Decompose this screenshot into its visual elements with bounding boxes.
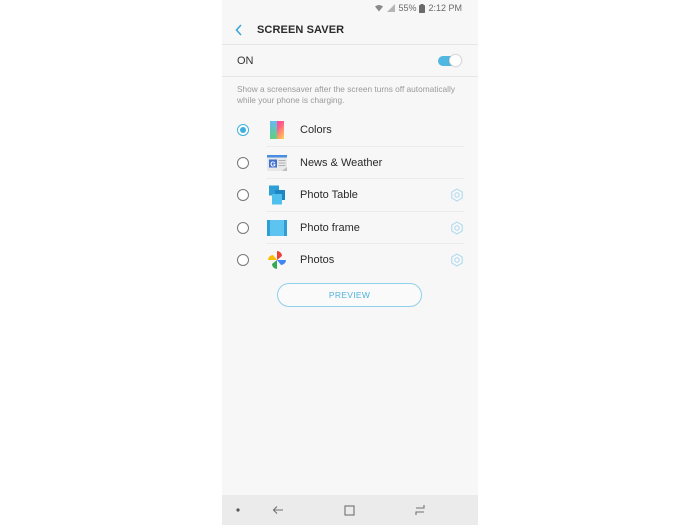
news-weather-icon: G <box>267 154 287 171</box>
preview-button[interactable]: PREVIEW <box>277 283 422 307</box>
battery-icon <box>419 3 426 13</box>
page-title: SCREEN SAVER <box>257 24 345 36</box>
radio-button[interactable] <box>237 221 249 234</box>
option-photos[interactable]: Photos <box>222 244 478 277</box>
nav-dot-button[interactable] <box>223 495 253 525</box>
settings-gear-icon[interactable] <box>450 188 464 202</box>
back-arrow-icon <box>272 506 283 514</box>
radio-button[interactable] <box>237 189 249 202</box>
battery-percent: 55% <box>398 3 417 13</box>
option-colors[interactable]: Colors <box>222 114 478 147</box>
screensaver-options-list: Colors G News & Weather Photo Table Phot… <box>222 114 478 277</box>
master-switch-row[interactable]: ON <box>222 46 478 75</box>
back-button[interactable] <box>222 16 256 44</box>
home-square-icon <box>343 504 355 516</box>
recents-icon <box>415 505 425 515</box>
wifi-icon <box>374 4 384 12</box>
header-divider <box>222 44 478 45</box>
master-switch-label: ON <box>237 54 254 67</box>
svg-text:G: G <box>270 161 276 168</box>
navigation-bar <box>222 495 478 525</box>
status-bar: 55% 2:12 PM <box>222 0 478 16</box>
settings-gear-icon[interactable] <box>450 253 464 267</box>
nav-recents-button[interactable] <box>405 495 435 525</box>
description-text: Show a screensaver after the screen turn… <box>237 84 455 105</box>
radio-button[interactable] <box>237 254 249 267</box>
option-news-weather[interactable]: G News & Weather <box>222 147 478 179</box>
radio-button-selected[interactable] <box>237 124 249 137</box>
nav-back-button[interactable] <box>263 495 293 525</box>
option-label: News & Weather <box>300 156 383 169</box>
clock: 2:12 PM <box>428 3 462 13</box>
photo-table-icon <box>269 185 285 205</box>
radio-button[interactable] <box>237 156 249 169</box>
option-label: Colors <box>300 124 332 137</box>
chevron-left-icon <box>235 24 242 36</box>
settings-gear-icon[interactable] <box>450 221 464 235</box>
option-label: Photos <box>300 254 335 267</box>
colors-gradient-icon <box>270 121 284 140</box>
master-switch-toggle[interactable] <box>438 53 462 67</box>
option-photo-table[interactable]: Photo Table <box>222 179 478 212</box>
option-label: Photo frame <box>300 221 360 234</box>
option-label: Photo Table <box>300 189 358 202</box>
switch-divider <box>222 76 478 77</box>
nav-home-button[interactable] <box>334 495 364 525</box>
app-bar: SCREEN SAVER <box>222 16 478 44</box>
photo-frame-icon <box>267 219 287 236</box>
toggle-thumb <box>449 53 462 67</box>
google-photos-pinwheel-icon <box>268 251 286 270</box>
dot-icon <box>236 508 240 512</box>
signal-icon <box>387 4 396 12</box>
option-photo-frame[interactable]: Photo frame <box>222 212 478 244</box>
phone-screen: 55% 2:12 PM SCREEN SAVER ON Show a scree… <box>222 0 478 525</box>
